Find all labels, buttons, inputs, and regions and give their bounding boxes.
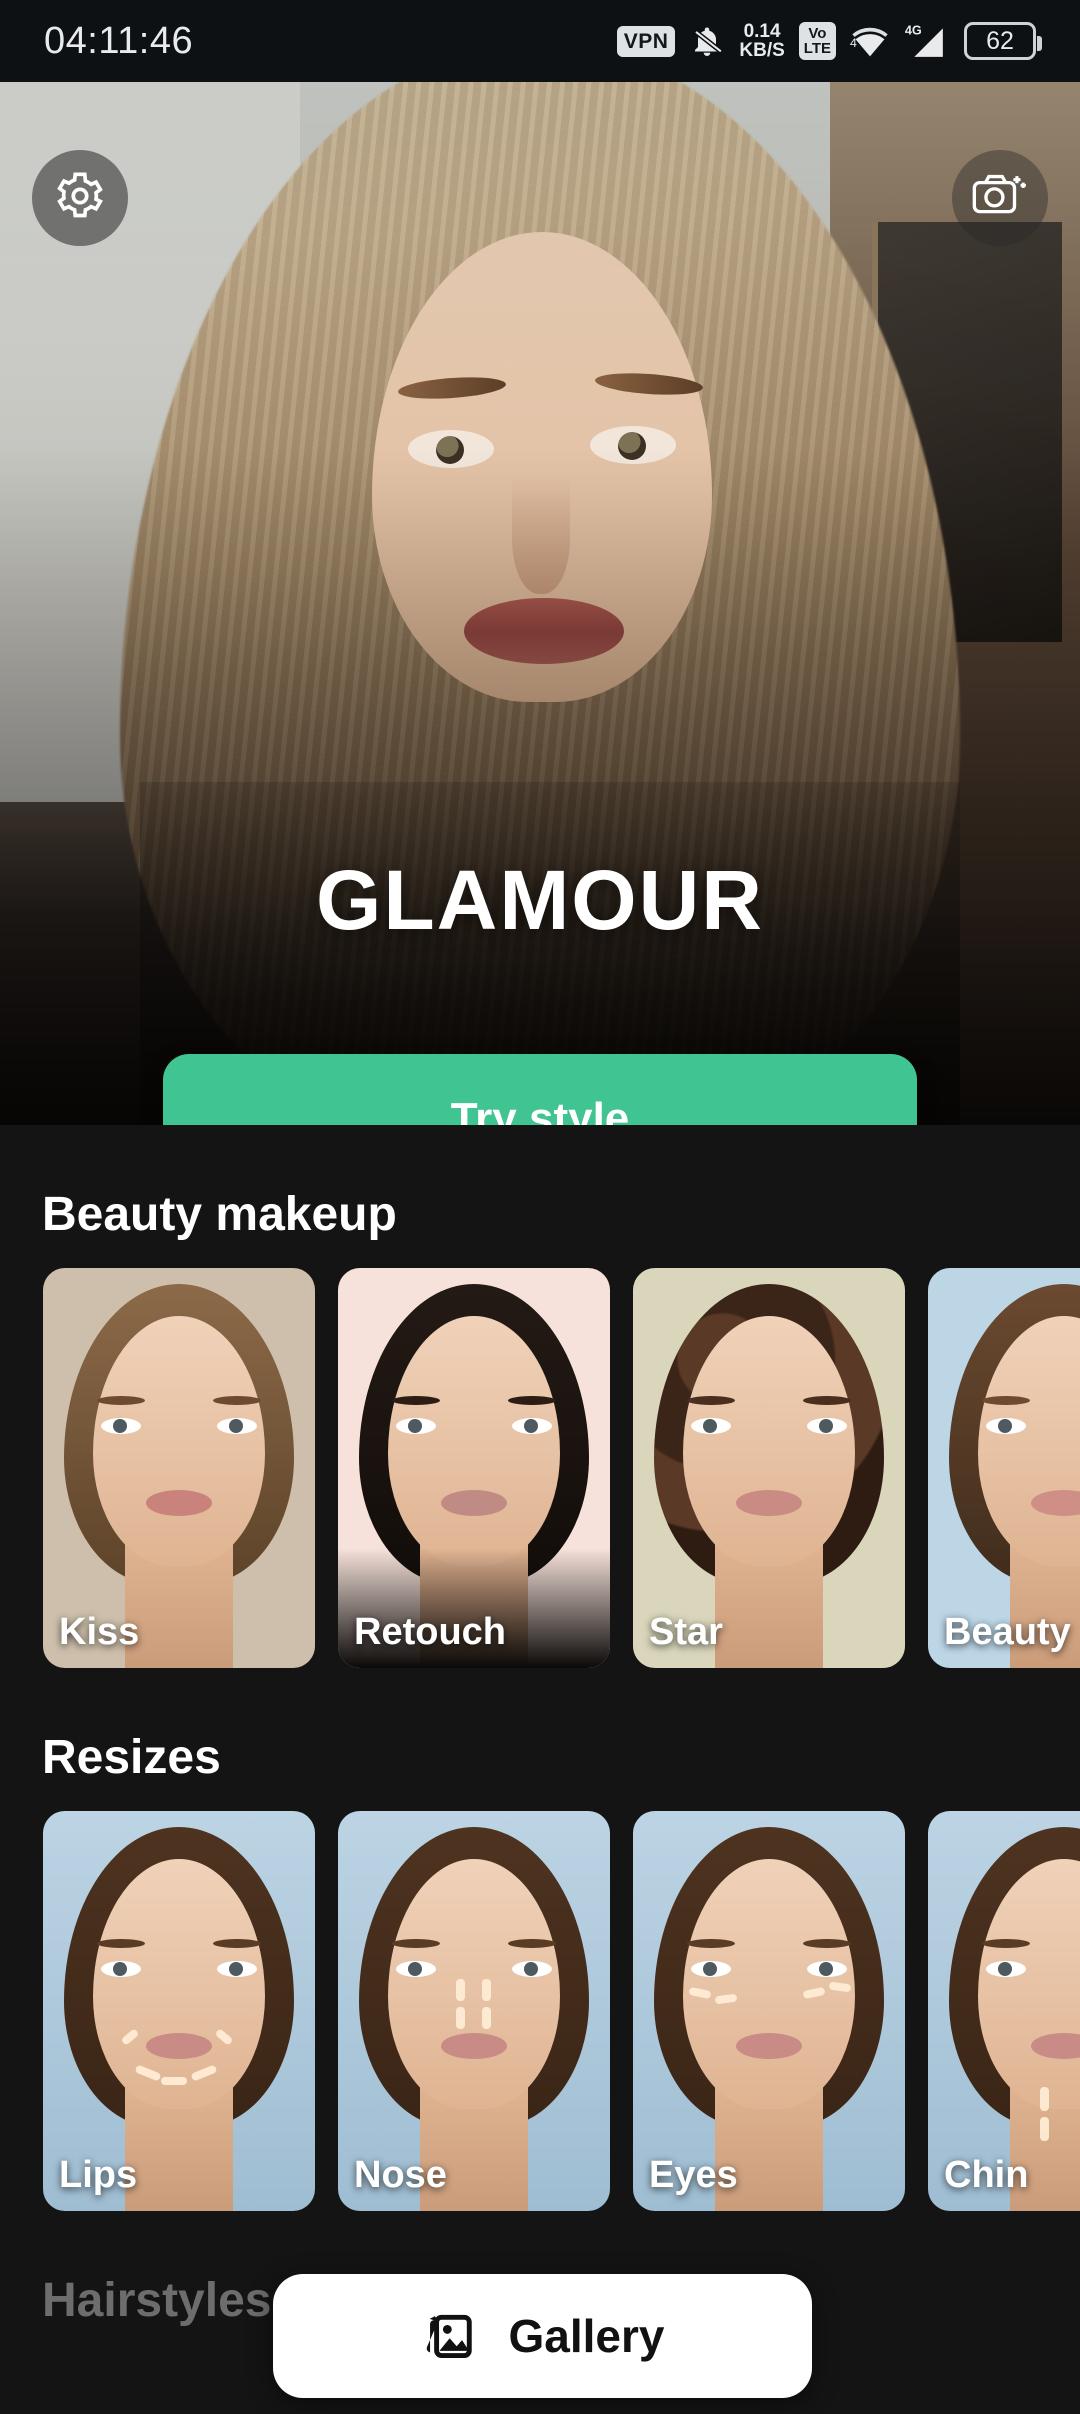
resizes-card-row[interactable]: Lips Nose Eyes Chin [0,1811,1080,2211]
network-speed-unit: KB/S [739,40,785,61]
card-art [928,1811,1080,2211]
gallery-button[interactable]: Gallery [273,2274,812,2398]
svg-text:4G: 4G [905,24,922,38]
beauty-makeup-card-row[interactable]: Kiss Retouch Star Beauty [0,1268,1080,1668]
network-speed-value: 0.14 [743,20,781,42]
card-star[interactable]: Star [633,1268,905,1668]
volte-bottom-text: LTE [803,40,831,57]
card-chin[interactable]: Chin [928,1811,1080,2211]
volte-top-text: Vo [808,25,827,42]
camera-button[interactable] [952,150,1048,246]
card-beauty[interactable]: Beauty [928,1268,1080,1668]
card-art [338,1811,610,2211]
settings-button[interactable] [32,150,128,246]
card-art [338,1268,610,1668]
card-art [43,1811,315,2211]
card-label: Beauty [944,1611,1071,1653]
card-lips[interactable]: Lips [43,1811,315,2211]
section-title-resizes: Resizes [42,1731,221,1784]
card-eyes[interactable]: Eyes [633,1811,905,2211]
card-art [928,1268,1080,1668]
card-label: Star [649,1611,723,1653]
card-label: Kiss [59,1611,140,1653]
battery-level-text: 62 [986,26,1014,55]
card-art [43,1268,315,1668]
hero-banner: GLAMOUR Try style [0,82,1080,1125]
card-retouch[interactable]: Retouch [338,1268,610,1668]
vpn-icon: VPN [616,25,676,57]
card-label: Eyes [649,2154,738,2196]
network-speed-indicator: 0.14 KB/S [739,20,785,61]
try-style-button[interactable]: Try style [163,1054,917,1125]
card-nose[interactable]: Nose [338,1811,610,2211]
content-area: Beauty makeup Kiss Retouch Star Beauty R… [0,1125,1080,2354]
section-title-beauty-makeup: Beauty makeup [42,1188,397,1241]
gear-icon [54,170,106,227]
card-label: Nose [354,2154,447,2196]
card-kiss[interactable]: Kiss [43,1268,315,1668]
card-label: Chin [944,2154,1029,2196]
app-screen: 04:11:46 VPN 0.14 KB/S Vo LTE 4 4G 62 GL… [0,0,1080,2414]
status-bar: 04:11:46 VPN 0.14 KB/S Vo LTE 4 4G 62 [0,0,1080,82]
status-clock: 04:11:46 [44,19,194,62]
card-label: Lips [59,2154,138,2196]
hero-title: GLAMOUR [316,853,764,947]
status-icon-tray: VPN 0.14 KB/S Vo LTE 4 4G 62 [616,20,1042,61]
card-art [633,1268,905,1668]
photo-stack-icon [421,2307,483,2366]
wifi-icon: 4 [850,24,890,58]
battery-icon: 62 [964,22,1042,60]
cellular-signal-icon: 4G [904,22,950,60]
hero-overlay-gradient [0,82,1080,1125]
notifications-muted-icon [689,23,725,59]
card-label: Retouch [354,1611,506,1653]
camera-add-icon [971,168,1029,229]
gallery-label: Gallery [508,2310,665,2362]
volte-icon: Vo LTE [798,22,836,60]
svg-text:4: 4 [850,36,857,50]
card-art [633,1811,905,2211]
